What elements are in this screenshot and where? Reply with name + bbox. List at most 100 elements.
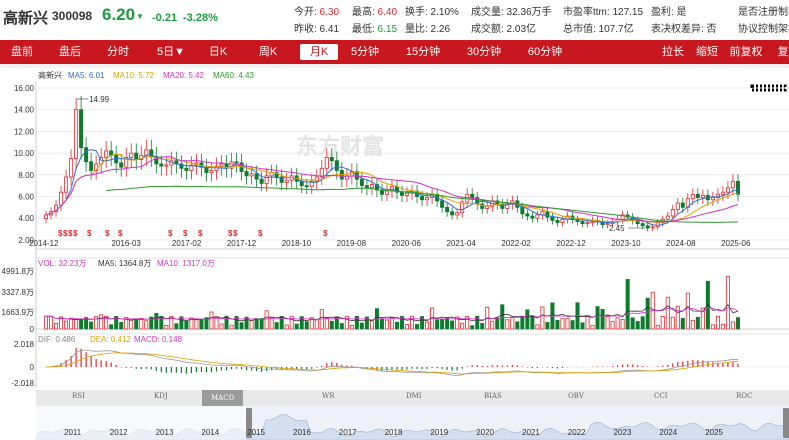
indicator-tab[interactable]: BIAS: [484, 392, 502, 400]
current-price: 6.20: [102, 5, 136, 24]
volume-bar: [535, 324, 540, 330]
volume-bar: [425, 321, 430, 330]
volume-bar: [349, 325, 354, 330]
volume-bar: [199, 319, 204, 330]
quote-label: 量比:: [405, 24, 428, 35]
quote-value: 32.36万手: [503, 7, 552, 18]
volume-bar: [545, 322, 550, 330]
period-tab[interactable]: 30分钟: [461, 44, 507, 60]
candle-body: [665, 215, 670, 220]
volume-bar: [690, 319, 695, 330]
price-tick: 10.00: [14, 149, 35, 158]
toolbar-button[interactable]: 复: [770, 44, 789, 60]
period-tab[interactable]: 15分钟: [400, 44, 446, 60]
period-tab[interactable]: 分时: [101, 44, 135, 60]
period-tab[interactable]: 日K: [201, 44, 235, 60]
indicator-tab[interactable]: OBV: [568, 392, 584, 400]
volume-bar: [164, 325, 169, 330]
indicator-tab[interactable]: ROC: [736, 392, 752, 400]
candle-body: [450, 211, 455, 216]
candle-body: [675, 202, 680, 210]
candle-body: [234, 161, 239, 164]
volume-bar: [154, 312, 159, 330]
period-tab[interactable]: 5日▼: [151, 44, 191, 60]
volume-bar: [635, 321, 640, 330]
quote-item: 成交额: 2.03亿: [471, 20, 536, 35]
date-tick: 2019-08: [337, 239, 367, 248]
volume-bar: [379, 318, 384, 330]
indicator-tab[interactable]: WR: [322, 392, 334, 400]
quote-item: 盈利: 是: [651, 3, 687, 18]
period-tab[interactable]: 盘后: [53, 44, 87, 60]
price-tick: 4.00: [18, 214, 34, 223]
volume-bar: [415, 324, 420, 330]
toolbar-button[interactable]: 前复权▼: [727, 44, 765, 74]
down-arrow-icon: ▼: [136, 12, 144, 21]
price-tick: 16.00: [14, 84, 35, 93]
volume-bar: [119, 321, 124, 330]
quote-label: 总市值:: [563, 24, 596, 35]
quote-label: 换手:: [405, 7, 428, 18]
price-tick: 6.00: [18, 193, 34, 202]
toolbar-button[interactable]: 拉长: [660, 44, 686, 60]
candle-body: [284, 179, 289, 183]
volume-bar: [219, 323, 224, 330]
quote-item: 协议控制架构: [738, 20, 789, 35]
candle-body: [209, 170, 214, 174]
volume-bar: [560, 318, 565, 330]
candle-body: [420, 196, 425, 201]
event-marker: $: [198, 229, 203, 238]
period-tab[interactable]: 月K: [300, 44, 338, 60]
candle-body: [470, 193, 475, 198]
volume-bar: [540, 306, 545, 330]
quote-item: 表决权差异: 否: [651, 20, 717, 35]
volume-bar: [495, 317, 500, 330]
event-marker: $: [323, 229, 328, 238]
vol-legend: VOL: 32.23万: [38, 259, 86, 268]
volume-bar: [229, 324, 234, 330]
indicator-tab[interactable]: DMI: [406, 392, 422, 400]
period-tab[interactable]: 5分钟: [345, 44, 385, 60]
candle-body: [735, 180, 740, 195]
quote-label: 昨收:: [294, 24, 317, 35]
volume-bar: [144, 320, 149, 330]
volume-bar: [134, 318, 139, 330]
quote-label: 成交量:: [471, 7, 504, 18]
quote-label: 市盈率ttm:: [563, 7, 610, 18]
toolbar-button[interactable]: 缩短: [694, 44, 720, 60]
volume-bar: [339, 323, 344, 330]
indicator-tab[interactable]: KDJ: [154, 392, 168, 400]
volume-bar: [440, 318, 445, 330]
candle-body: [64, 176, 69, 193]
macd-panel: DIF: 0.486 DEA: 0.412 MACD: 0.148 2.018 0 -2.…: [11, 335, 739, 388]
volume-bar: [394, 321, 399, 330]
volume-bar: [590, 324, 595, 330]
period-tab[interactable]: 盘前: [5, 44, 39, 60]
period-tab[interactable]: 60分钟: [522, 44, 568, 60]
candle-body: [555, 219, 560, 223]
navigator-year: 2023: [613, 428, 632, 437]
volume-bar: [304, 321, 309, 330]
indicator-tab[interactable]: RSI: [72, 392, 85, 400]
volume-bar: [610, 321, 615, 330]
candle-body: [425, 197, 430, 201]
indicator-tab[interactable]: CCI: [654, 392, 667, 400]
kline-chart[interactable]: 东方财富 高新兴 MA5: 6.01 MA10: 5.72 MA20: 5.42 MA6…: [0, 68, 789, 390]
period-toolbar: 盘前 盘后 分时 5日▼ 日K 周K 月K 5分钟 15分钟 30分钟 60分钟 拉长 缩短 前复权▼ 复: [0, 40, 789, 74]
candle-body: [89, 161, 94, 171]
volume-bar: [259, 318, 264, 330]
date-tick: 2020-06: [392, 239, 422, 248]
volume-bar: [435, 319, 440, 330]
volume-bar: [645, 297, 650, 330]
volume-tick: 0: [30, 325, 35, 334]
volume-bar: [460, 322, 465, 330]
candle-body: [114, 154, 119, 164]
volume-bar: [184, 321, 189, 330]
dea-legend: DEA: 0.412: [90, 335, 131, 344]
candle-body: [520, 206, 525, 215]
volume-bar: [359, 322, 364, 330]
candle-body: [550, 216, 555, 221]
candle-body: [680, 202, 685, 208]
indicator-tab[interactable]: MACD: [202, 390, 244, 406]
period-tab[interactable]: 周K: [251, 44, 285, 60]
